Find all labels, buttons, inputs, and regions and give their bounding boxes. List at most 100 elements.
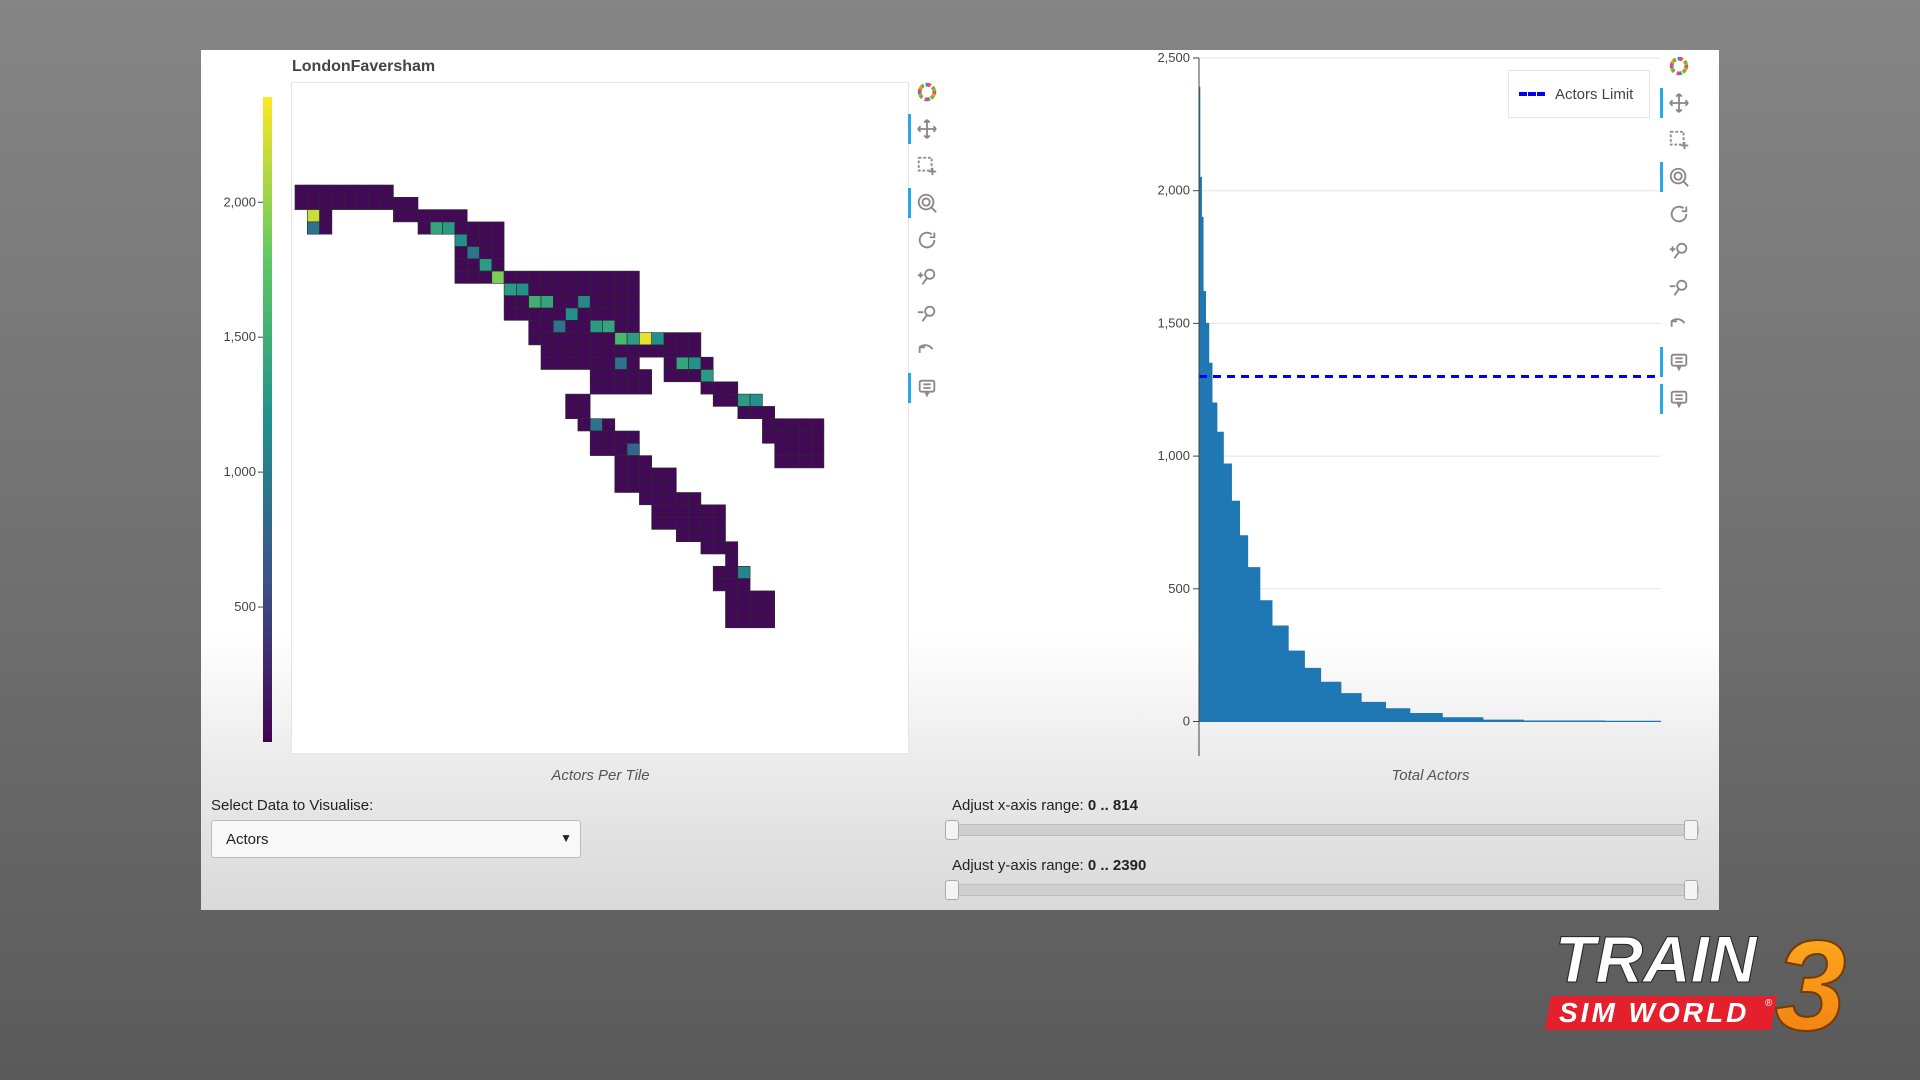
heatmap-tile [614,320,628,333]
reset-icon[interactable] [911,225,943,255]
undo-icon[interactable] [911,336,943,366]
heatmap-tile [675,369,689,383]
x-range-handle-start[interactable] [945,820,959,840]
x-range-label: Adjust x-axis range: 0 .. 814 [952,797,1138,814]
bokeh-logo-icon [1663,51,1695,81]
zoom-out-icon[interactable] [1663,273,1695,303]
heatmap-tile [602,356,616,370]
pan-icon[interactable] [1660,88,1695,118]
y-range-handle-end[interactable] [1684,880,1698,900]
x-range-handle-end[interactable] [1684,820,1698,840]
heatmap-tile [454,258,468,272]
heatmap-tile [712,504,726,518]
heatmap-tile [626,270,640,284]
hover-icon[interactable] [908,373,943,403]
heatmap-tile [639,332,652,346]
undo-icon[interactable] [1663,310,1695,340]
heatmap-tile [774,418,788,432]
heatmap-tile [626,332,640,346]
heatmap-tile [725,590,739,604]
heatmap-tile [589,418,603,432]
heatmap-tile [798,418,812,432]
heatmap-tile [651,504,665,518]
heatmap-tile [540,320,554,333]
heatmap-tile [762,430,775,444]
hover-icon[interactable] [1660,347,1695,377]
heatmap-tile [811,418,825,432]
heatmap-tile [602,442,616,456]
heatmap-tile [552,283,566,296]
heatmap-tile [725,393,739,407]
heatmap-tile [589,295,603,309]
heatmap-tile [614,369,628,383]
heatmap-tile [651,332,665,346]
heatmap-tile [393,197,407,210]
data-select-dropdown[interactable]: Actors ▼ [211,820,581,858]
heatmap-tile [540,307,554,321]
heatmap-tile [491,221,505,235]
heatmap-tile [626,369,640,383]
heatmap-tile [712,529,726,542]
actors-chart-plot[interactable]: 0 500 1,000 1,500 2,000 2,500 [941,50,1661,756]
pan-icon[interactable] [908,114,943,144]
heatmap-tile [675,504,689,518]
heatmap-tile [528,332,542,346]
hover-icon[interactable] [1660,384,1695,414]
heatmap-tile [602,307,616,321]
heatmap-tile [466,221,480,235]
heatmap-tile [589,369,603,383]
heatmap-tile [639,344,652,358]
heatmap-tile [466,258,480,272]
heatmap-tile [430,209,443,223]
heatmap-tile [700,504,714,518]
heatmap-tile [614,356,628,370]
logo-registered-mark: ® [1765,998,1773,1009]
heatmap-tile [516,283,529,296]
y-range-slider[interactable] [951,884,1699,896]
wheel-zoom-icon[interactable] [908,188,943,218]
wheel-zoom-icon[interactable] [1660,162,1695,192]
heatmap-tile [675,332,689,346]
heatmap-tile [602,295,616,309]
heatmap-toolbar [908,77,943,457]
heatmap-tile [319,184,333,198]
heatmap-plot[interactable] [291,82,910,754]
x-range-slider[interactable] [951,824,1699,836]
heatmap-tile [589,381,603,395]
heatmap-tile [503,295,517,309]
heatmap-tile [725,565,739,579]
reset-icon[interactable] [1663,199,1695,229]
heatmap-tile [577,418,591,432]
heatmap-tile [417,221,431,235]
heatmap-tile [811,455,825,469]
y-range-handle-start[interactable] [945,880,959,900]
heatmap-tile [405,197,419,210]
heatmap-tile [589,442,603,456]
heatmap-tile [675,492,689,506]
colorbar-tick-label: 1,000 [223,464,256,479]
zoom-in-icon[interactable] [1663,236,1695,266]
heatmap-tile [712,578,726,592]
heatmap-tile [565,283,579,296]
heatmap-tile [626,442,640,456]
heatmap-tile [626,307,640,321]
heatmap-tile [602,418,616,432]
heatmap-tile [306,209,320,223]
logo-sim-world-text: SIM WORLD [1559,997,1749,1028]
box-zoom-icon[interactable] [1663,125,1695,155]
zoom-in-icon[interactable] [911,262,943,292]
heatmap-tile [737,590,751,604]
logo-train-text: TRAIN [1555,922,1758,996]
heatmap-tile [725,615,739,629]
zoom-out-icon[interactable] [911,299,943,329]
heatmap-tile [552,344,566,358]
heatmap-tile [774,430,788,444]
heatmap-tile [589,283,603,296]
heatmap-tile [528,320,542,333]
train-sim-world-3-logo: TRAIN SIM WORLD ® 3 [1545,920,1847,1040]
actors-area [1198,86,1661,722]
heatmap-tile [749,602,763,616]
colorbar-gradient [263,97,272,742]
heatmap-tile [343,197,357,210]
box-zoom-icon[interactable] [911,151,943,181]
